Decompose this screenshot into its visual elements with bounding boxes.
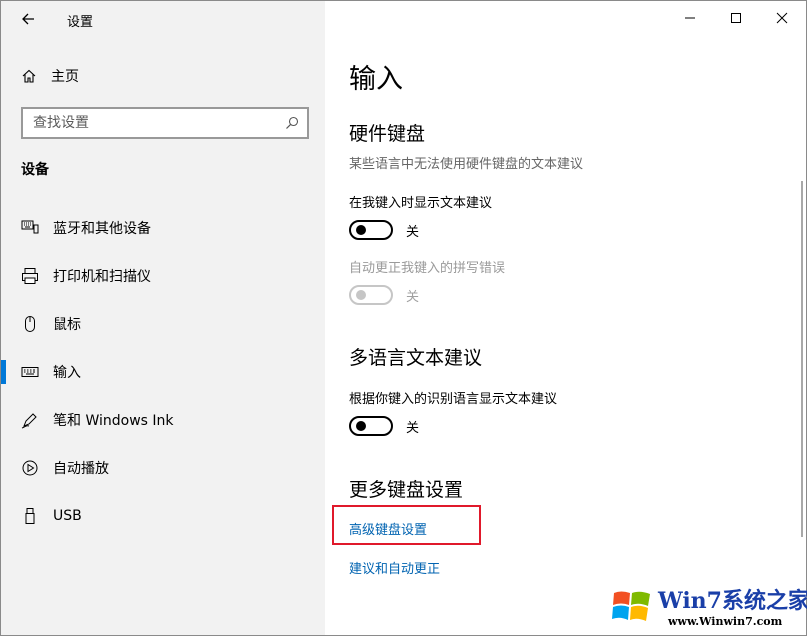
keyboard-icon [21,363,39,381]
section-title-multilingual: 多语言文本建议 [349,347,483,369]
windows-logo-icon [612,591,650,621]
toggle-state-label: 关 [406,289,420,305]
watermark-brand: Win7系统之家 [658,588,807,614]
sidebar-item-printers[interactable]: 打印机和扫描仪 [1,252,325,300]
page-title: 输入 [349,64,403,95]
printer-icon [21,267,39,285]
suggestions-autocorrect-link[interactable]: 建议和自动更正 [349,558,440,577]
sidebar-item-label: 打印机和扫描仪 [53,269,151,285]
text-suggestions-toggle[interactable]: 关 [349,220,419,240]
toggle-track [349,220,393,240]
close-icon [776,12,788,24]
home-nav-item[interactable]: 主页 [21,65,79,87]
toggle-track [349,416,393,436]
sidebar-item-mouse[interactable]: 鼠标 [1,300,325,348]
toggle-knob [356,421,366,431]
usb-icon [21,507,39,525]
sidebar-item-pen[interactable]: 笔和 Windows Ink [1,396,325,444]
autoplay-icon [21,459,39,477]
minimize-icon [685,17,695,19]
watermark: Win7系统之家 www.Winwin7.com [610,583,807,633]
bluetooth-devices-icon [21,219,39,237]
sidebar-item-label: 笔和 Windows Ink [53,413,174,429]
maximize-icon [731,13,741,23]
window-title: 设置 [67,15,94,30]
autocorrect-label: 自动更正我键入的拼写错误 [349,261,506,276]
toggle-track [349,285,393,305]
text-suggestions-label: 在我键入时显示文本建议 [349,196,493,211]
sidebar-item-autoplay[interactable]: 自动播放 [1,444,325,492]
settings-window: 设置 主页 设备 蓝牙和其他设备 [0,0,807,636]
sidebar-item-label: 鼠标 [53,317,81,333]
sidebar-item-label: 蓝牙和其他设备 [53,221,151,237]
sidebar-nav: 蓝牙和其他设备 打印机和扫描仪 鼠标 输入 笔和 Windows Ink 自动播… [1,204,325,540]
scrollbar[interactable] [801,181,803,537]
search-input[interactable] [33,115,285,131]
home-label: 主页 [51,69,79,85]
sidebar-item-label: 输入 [53,365,81,381]
search-box[interactable] [21,107,309,139]
sidebar-item-label: 自动播放 [53,461,109,477]
toggle-state-label: 关 [406,224,420,240]
sidebar-item-bluetooth[interactable]: 蓝牙和其他设备 [1,204,325,252]
category-header: 设备 [21,162,49,178]
multilingual-suggestions-label: 根据你键入的识别语言显示文本建议 [349,392,558,407]
highlight-box [332,505,481,545]
toggle-knob [356,225,366,235]
home-icon [22,69,36,83]
pen-icon [21,411,39,429]
sidebar: 设置 主页 设备 蓝牙和其他设备 [1,1,325,635]
autocorrect-toggle: 关 [349,285,419,305]
back-button[interactable] [13,5,43,33]
watermark-url: www.Winwin7.com [668,615,783,628]
maximize-button[interactable] [713,1,759,35]
search-icon[interactable] [285,116,299,130]
close-button[interactable] [759,1,805,35]
active-indicator [1,360,6,384]
minimize-button[interactable] [667,1,713,35]
sidebar-item-usb[interactable]: USB [1,492,325,540]
section-description: 某些语言中无法使用硬件键盘的文本建议 [349,157,584,172]
sidebar-item-label: USB [53,508,82,524]
multilingual-suggestions-toggle[interactable]: 关 [349,416,419,436]
sidebar-item-typing[interactable]: 输入 [1,348,325,396]
section-title-hardware-keyboard: 硬件键盘 [349,123,426,145]
section-title-more-keyboard: 更多键盘设置 [349,479,464,501]
back-arrow-icon [22,13,34,25]
toggle-knob [356,290,366,300]
toggle-state-label: 关 [406,420,420,436]
mouse-icon [21,315,39,333]
